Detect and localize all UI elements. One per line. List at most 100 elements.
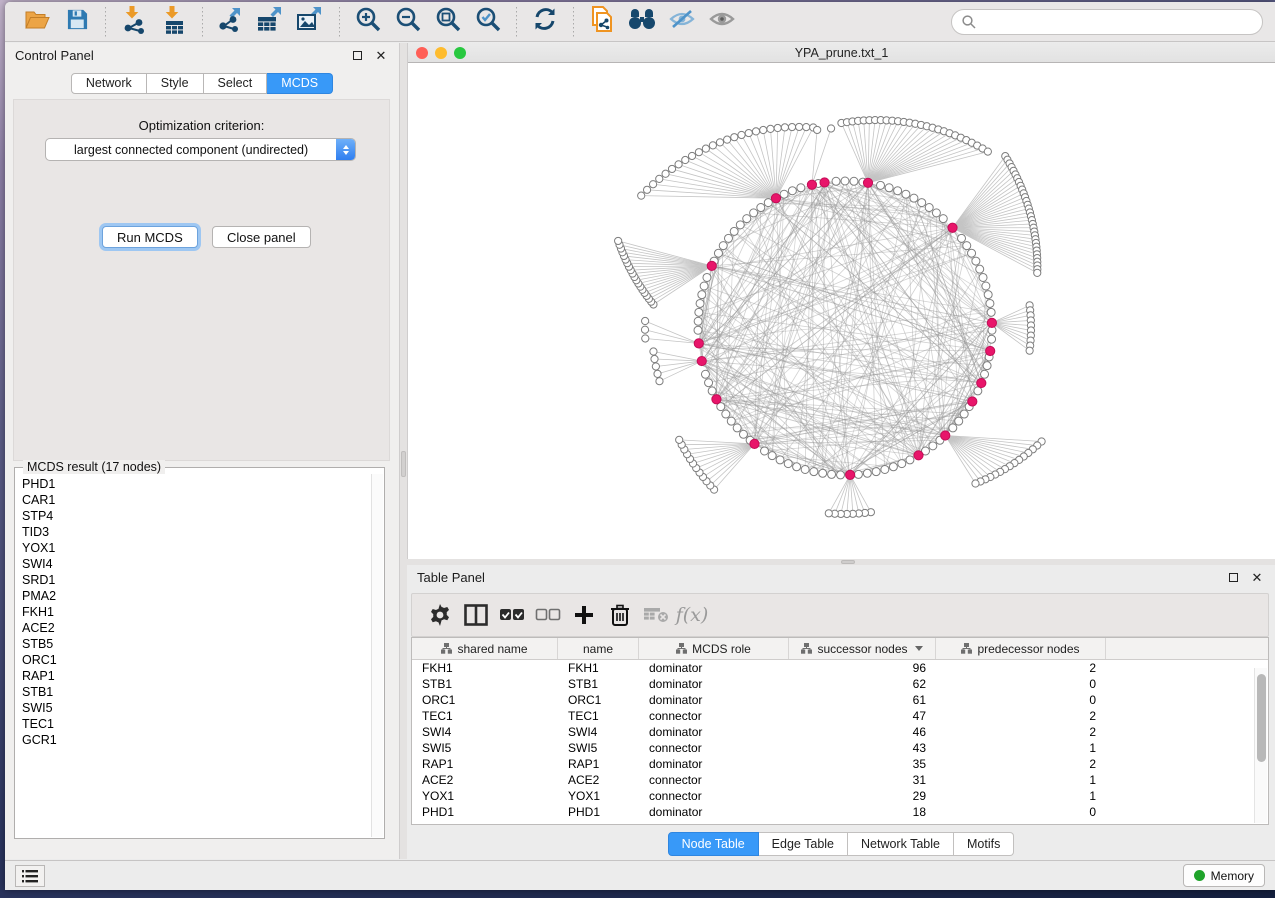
float-panel-button[interactable] xyxy=(1225,569,1241,585)
ring-node[interactable] xyxy=(958,234,966,242)
table-cell[interactable]: FKH1 xyxy=(412,660,558,676)
table-cell[interactable]: ACE2 xyxy=(412,772,558,788)
ring-node[interactable] xyxy=(981,370,989,378)
ring-node[interactable] xyxy=(984,291,992,299)
mcds-hub-node[interactable] xyxy=(941,431,950,440)
mcds-hub-node[interactable] xyxy=(712,395,721,404)
mcds-hub-node[interactable] xyxy=(750,439,759,448)
sort-chevron-icon[interactable] xyxy=(915,646,923,651)
table-cell[interactable]: RAP1 xyxy=(558,756,639,772)
ring-node[interactable] xyxy=(955,417,963,425)
mcds-hub-node[interactable] xyxy=(807,180,816,189)
table-cell[interactable]: 96 xyxy=(789,660,936,676)
leaf-node[interactable] xyxy=(760,126,767,133)
ring-node[interactable] xyxy=(850,177,858,185)
ring-node[interactable] xyxy=(694,317,702,325)
ring-node[interactable] xyxy=(918,199,926,207)
mcds-result-item[interactable]: YOX1 xyxy=(22,540,370,556)
leaf-node[interactable] xyxy=(731,134,738,141)
ring-node[interactable] xyxy=(819,469,827,477)
table-cell[interactable]: 0 xyxy=(936,804,1106,820)
ring-node[interactable] xyxy=(972,257,980,265)
ring-node[interactable] xyxy=(797,184,805,192)
table-cell[interactable]: connector xyxy=(639,708,789,724)
table-settings-button[interactable] xyxy=(422,598,458,632)
ring-node[interactable] xyxy=(708,387,716,395)
table-cell[interactable]: 43 xyxy=(789,740,936,756)
mcds-result-list[interactable]: PHD1CAR1STP4TID3YOX1SWI4SRD1PMA2FKH1ACE2… xyxy=(16,474,370,837)
select-all-columns-button[interactable] xyxy=(494,598,530,632)
ring-node[interactable] xyxy=(898,460,906,468)
ring-node[interactable] xyxy=(757,204,765,212)
leaf-node[interactable] xyxy=(652,363,659,370)
ring-node[interactable] xyxy=(703,273,711,281)
ring-node[interactable] xyxy=(743,215,751,223)
leaf-node[interactable] xyxy=(651,355,658,362)
table-cell[interactable]: SWI5 xyxy=(558,740,639,756)
vertical-splitter[interactable] xyxy=(400,43,407,859)
mcds-result-item[interactable]: ORC1 xyxy=(22,652,370,668)
mcds-hub-node[interactable] xyxy=(820,178,829,187)
table-cell[interactable]: connector xyxy=(639,788,789,804)
show-all-button[interactable] xyxy=(705,6,739,38)
ring-node[interactable] xyxy=(910,194,918,202)
table-cell[interactable]: connector xyxy=(639,772,789,788)
leaf-node[interactable] xyxy=(767,125,774,132)
ring-node[interactable] xyxy=(788,187,796,195)
leaf-node[interactable] xyxy=(649,181,656,188)
mcds-hub-node[interactable] xyxy=(948,223,957,232)
leaf-node[interactable] xyxy=(643,186,650,193)
ring-node[interactable] xyxy=(739,430,747,438)
table-row[interactable]: PHD1PHD1dominator180 xyxy=(412,804,1268,820)
mcds-result-item[interactable]: SWI5 xyxy=(22,700,370,716)
leaf-node[interactable] xyxy=(774,124,781,131)
tab-style[interactable]: Style xyxy=(147,73,204,94)
ring-node[interactable] xyxy=(698,291,706,299)
leaf-node[interactable] xyxy=(654,370,661,377)
ring-node[interactable] xyxy=(733,424,741,432)
table-cell[interactable]: TEC1 xyxy=(558,708,639,724)
memory-button[interactable]: Memory xyxy=(1183,864,1265,887)
table-cell[interactable]: 0 xyxy=(936,692,1106,708)
table-cell[interactable]: YOX1 xyxy=(412,788,558,804)
table-cell[interactable]: 18 xyxy=(789,804,936,820)
mcds-hub-node[interactable] xyxy=(987,318,996,327)
leaf-node[interactable] xyxy=(1034,269,1041,276)
save-button[interactable] xyxy=(60,6,94,38)
ring-node[interactable] xyxy=(979,273,987,281)
leaf-node[interactable] xyxy=(825,510,832,517)
tab-network[interactable]: Network xyxy=(71,73,147,94)
leaf-node[interactable] xyxy=(745,129,752,136)
leaf-node[interactable] xyxy=(738,131,745,138)
table-cell[interactable]: 0 xyxy=(936,676,1106,692)
import-network-button[interactable] xyxy=(117,6,151,38)
tab-node-table[interactable]: Node Table xyxy=(668,832,759,856)
mcds-result-item[interactable]: RAP1 xyxy=(22,668,370,684)
ring-node[interactable] xyxy=(988,335,996,343)
table-row[interactable]: SWI5SWI5connector431 xyxy=(412,740,1268,756)
table-row[interactable]: STB1STB1dominator620 xyxy=(412,676,1268,692)
ring-node[interactable] xyxy=(719,242,727,250)
ring-node[interactable] xyxy=(889,463,897,471)
column-header-successor-nodes[interactable]: successor nodes xyxy=(789,638,936,659)
ring-node[interactable] xyxy=(854,470,862,478)
table-cell[interactable]: PHD1 xyxy=(558,804,639,820)
ring-node[interactable] xyxy=(793,463,801,471)
export-table-button[interactable] xyxy=(254,6,288,38)
table-cell[interactable]: ACE2 xyxy=(558,772,639,788)
leaf-node[interactable] xyxy=(675,161,682,168)
ring-node[interactable] xyxy=(764,199,772,207)
mcds-result-item[interactable]: SWI4 xyxy=(22,556,370,572)
table-cell[interactable]: 1 xyxy=(936,740,1106,756)
mcds-hub-node[interactable] xyxy=(914,451,923,460)
leaf-node[interactable] xyxy=(702,145,709,152)
mcds-hub-node[interactable] xyxy=(986,346,995,355)
leaf-node[interactable] xyxy=(814,126,821,133)
ring-node[interactable] xyxy=(932,209,940,217)
ring-node[interactable] xyxy=(828,470,836,478)
apply-function-button[interactable]: f(x) xyxy=(674,598,710,632)
mcds-result-item[interactable]: TID3 xyxy=(22,524,370,540)
leaf-node[interactable] xyxy=(615,237,622,244)
table-row[interactable]: ORC1ORC1dominator610 xyxy=(412,692,1268,708)
table-cell[interactable]: 2 xyxy=(936,756,1106,772)
